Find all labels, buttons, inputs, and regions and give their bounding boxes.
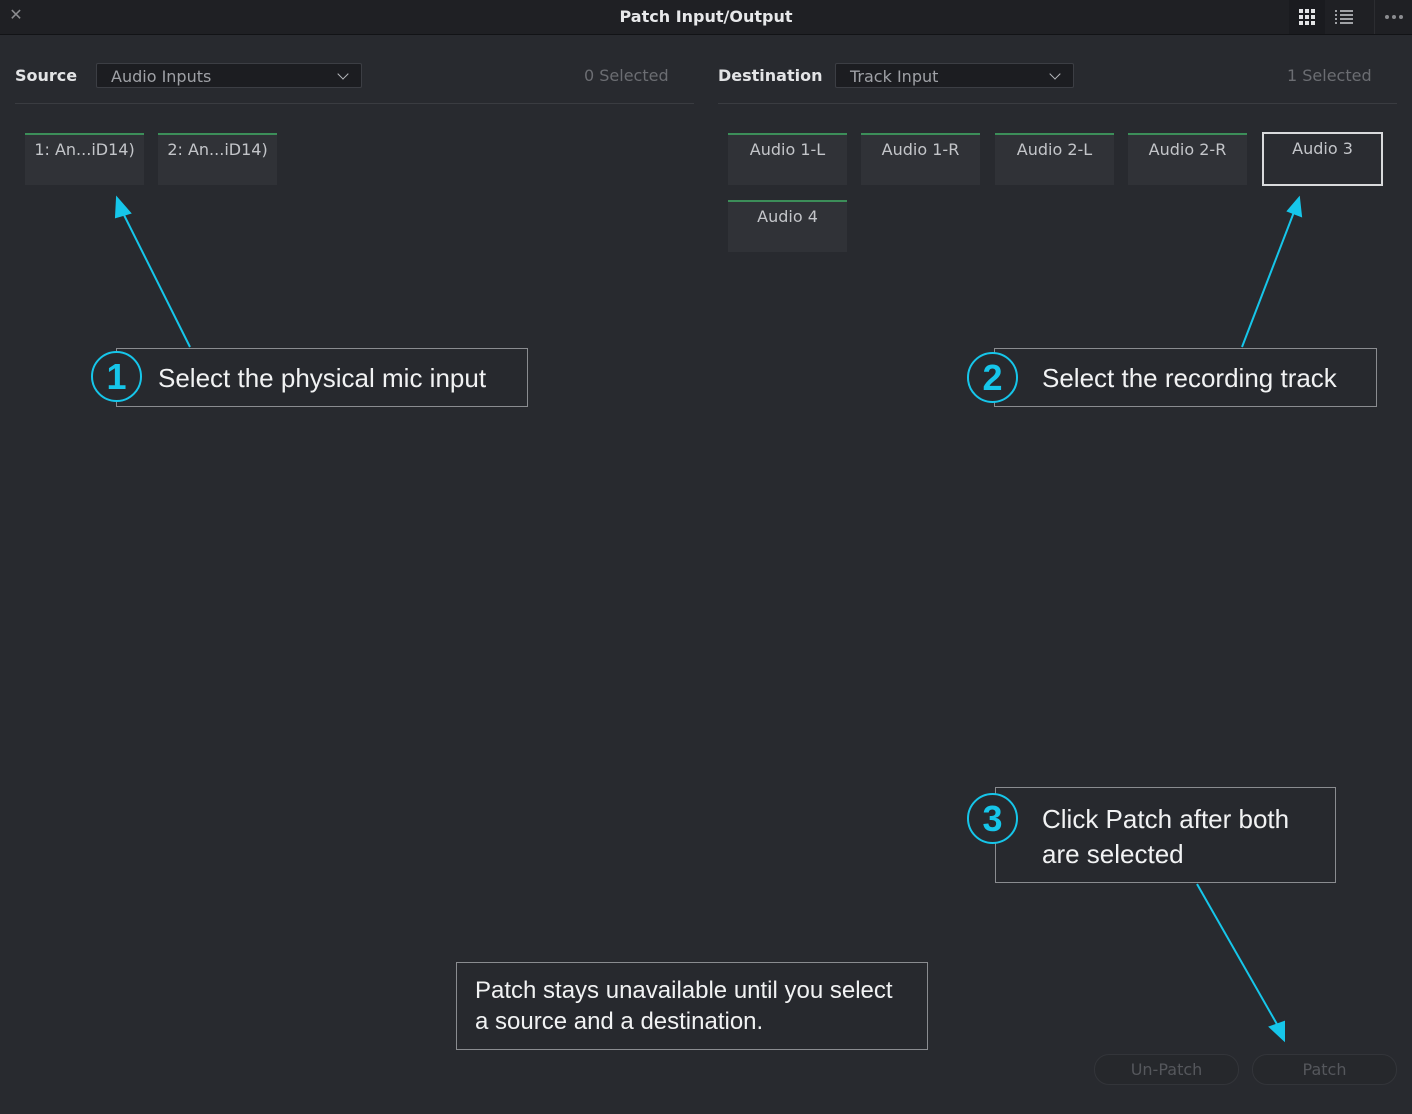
source-divider: [15, 103, 694, 104]
step-2-badge: 2: [967, 352, 1018, 403]
list-icon: [1335, 8, 1353, 26]
list-view-button[interactable]: [1326, 0, 1362, 34]
callout-2-text: Select the recording track: [1042, 363, 1337, 393]
arrow-1-head: [114, 195, 132, 219]
step-1-badge: 1: [91, 351, 142, 402]
callout-1-text: Select the physical mic input: [158, 363, 487, 393]
step-3-badge: 3: [967, 793, 1018, 844]
callout-3-line-2: are selected: [1042, 839, 1184, 869]
destination-label: Destination: [718, 66, 823, 85]
callout-3-line-1: Click Patch after both: [1042, 804, 1290, 834]
destination-tile-audio-1-r[interactable]: Audio 1-R: [861, 133, 980, 185]
destination-dropdown-value: Track Input: [850, 67, 939, 86]
source-dropdown[interactable]: Audio Inputs: [96, 63, 362, 88]
source-tile-2[interactable]: 2: An...iD14): [158, 133, 277, 185]
note-line-2: a source and a destination.: [475, 1008, 764, 1035]
arrow-2-line: [1241, 211, 1295, 348]
more-options-button[interactable]: [1374, 0, 1412, 34]
destination-tile-audio-4[interactable]: Audio 4: [728, 200, 847, 252]
title-bar: ✕ Patch Input/Output: [0, 0, 1412, 35]
destination-tile-audio-2-l[interactable]: Audio 2-L: [995, 133, 1114, 185]
source-dropdown-value: Audio Inputs: [111, 67, 212, 86]
destination-tile-audio-3[interactable]: Audio 3: [1262, 132, 1383, 186]
unpatch-button[interactable]: Un-Patch: [1094, 1054, 1239, 1085]
destination-tile-audio-2-r[interactable]: Audio 2-R: [1128, 133, 1247, 185]
destination-tile-audio-1-l[interactable]: Audio 1-L: [728, 133, 847, 185]
source-selected-count: 0 Selected: [584, 66, 669, 85]
note-line-1: Patch stays unavailable until you select: [475, 977, 893, 1004]
arrow-1-line: [121, 210, 191, 348]
source-label: Source: [15, 66, 78, 85]
patch-unavailable-note: Patch stays unavailable until you select…: [456, 962, 928, 1050]
patch-io-window: ✕ Patch Input/Output Source Audio Inputs…: [0, 0, 1412, 1114]
callout-2: Select the recording track: [994, 348, 1377, 407]
destination-selected-count: 1 Selected: [1287, 66, 1372, 85]
callout-3: Click Patch after both are selected: [995, 787, 1336, 883]
chevron-down-icon: [1049, 68, 1061, 80]
chevron-down-icon: [337, 68, 349, 80]
destination-dropdown[interactable]: Track Input: [835, 63, 1074, 88]
destination-divider: [718, 103, 1397, 104]
source-tile-1[interactable]: 1: An...iD14): [25, 133, 144, 185]
arrow-3-line: [1196, 883, 1279, 1027]
callout-1: Select the physical mic input: [116, 348, 528, 407]
arrow-3-head: [1268, 1020, 1285, 1043]
callout-3-text: Click Patch after both are selected: [1042, 802, 1289, 872]
grid-icon: [1299, 9, 1315, 25]
patch-button[interactable]: Patch: [1252, 1054, 1397, 1085]
grid-view-button[interactable]: [1289, 0, 1325, 34]
close-icon[interactable]: ✕: [6, 5, 26, 25]
more-icon: [1385, 15, 1403, 19]
arrow-2-head: [1286, 195, 1303, 218]
window-title: Patch Input/Output: [619, 7, 793, 26]
